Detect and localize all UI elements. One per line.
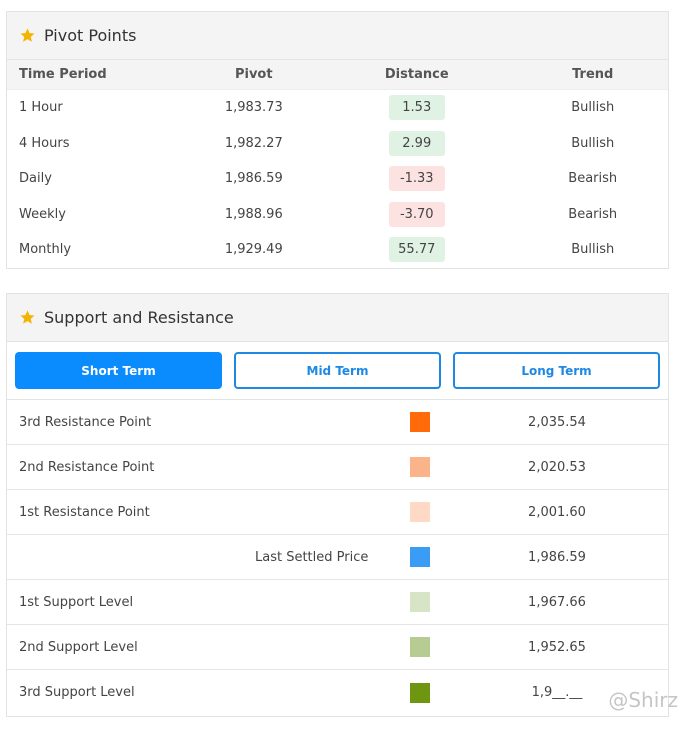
cell-trend: Bearish bbox=[568, 206, 618, 222]
distance-badge: 55.77 bbox=[388, 237, 445, 263]
support-resistance-title: Support and Resistance bbox=[44, 308, 234, 327]
level-value: 1,967.66 bbox=[528, 594, 586, 610]
level-label: 1st Support Level bbox=[19, 594, 134, 610]
tab-mid-term[interactable]: Mid Term bbox=[234, 352, 441, 389]
distance-badge: 1.53 bbox=[388, 95, 445, 121]
level-value: 2,020.53 bbox=[528, 459, 586, 475]
level-label: 3rd Resistance Point bbox=[19, 414, 152, 430]
cell-distance: -3.70 bbox=[316, 201, 517, 227]
level-row: 3rd Resistance Point 2,035.54 bbox=[7, 400, 668, 445]
cell-time-period: Monthly bbox=[19, 242, 72, 258]
level-value: 1,986.59 bbox=[528, 549, 586, 565]
cell-distance: -1.33 bbox=[316, 166, 517, 192]
cell-distance: 55.77 bbox=[316, 237, 517, 263]
level-label: 1st Resistance Point bbox=[19, 504, 150, 520]
level-label: Last Settled Price bbox=[255, 549, 369, 565]
cell-pivot: 1,982.27 bbox=[224, 135, 283, 151]
cell-time-period: Daily bbox=[19, 171, 52, 187]
cell-pivot: 1,988.96 bbox=[224, 206, 283, 222]
cell-trend: Bullish bbox=[571, 242, 615, 258]
cell-pivot: 1,986.59 bbox=[224, 171, 283, 187]
level-color-swatch bbox=[410, 547, 430, 567]
col-header-trend: Trend bbox=[572, 67, 614, 82]
distance-badge: -1.33 bbox=[388, 166, 445, 192]
cell-time-period: 1 Hour bbox=[19, 100, 63, 116]
level-color-swatch bbox=[410, 457, 430, 477]
pivot-table-body: 1 Hour 1,983.73 1.53 Bullish 4 Hours 1,982.27… bbox=[7, 90, 668, 268]
watermark: @Shirz bbox=[608, 688, 678, 712]
pivot-table-header: Time Period Pivot Distance Trend bbox=[7, 60, 668, 90]
level-color-swatch bbox=[410, 592, 430, 612]
level-row: 1st Support Level 1,967.66 bbox=[7, 580, 668, 625]
table-row: Weekly 1,988.96 -3.70 Bearish bbox=[7, 197, 668, 233]
level-row: 1st Resistance Point 2,001.60 bbox=[7, 490, 668, 535]
table-row: Daily 1,986.59 -1.33 Bearish bbox=[7, 161, 668, 197]
level-row: 3rd Support Level 1,9__.__ bbox=[7, 670, 668, 715]
level-color-swatch bbox=[410, 502, 430, 522]
col-header-time-period: Time Period bbox=[19, 67, 107, 82]
cell-trend: Bearish bbox=[568, 171, 618, 187]
level-row: 2nd Support Level 1,952.65 bbox=[7, 625, 668, 670]
cell-time-period: 4 Hours bbox=[19, 135, 70, 151]
level-row: 2nd Resistance Point 2,020.53 bbox=[7, 445, 668, 490]
table-row: 1 Hour 1,983.73 1.53 Bullish bbox=[7, 90, 668, 126]
level-value: 1,952.65 bbox=[528, 639, 586, 655]
table-row: Monthly 1,929.49 55.77 Bullish bbox=[7, 232, 668, 268]
level-row: Last Settled Price 1,986.59 bbox=[7, 535, 668, 580]
pivot-points-panel: Pivot Points Time Period Pivot Distance … bbox=[6, 11, 669, 269]
cell-trend: Bullish bbox=[571, 100, 615, 116]
col-header-pivot: Pivot bbox=[234, 67, 273, 82]
cell-pivot: 1,929.49 bbox=[224, 242, 283, 258]
level-value: 2,001.60 bbox=[528, 504, 586, 520]
pivot-points-title: Pivot Points bbox=[44, 26, 137, 45]
tab-short-term[interactable]: Short Term bbox=[15, 352, 222, 389]
level-color-swatch bbox=[410, 637, 430, 657]
level-color-swatch bbox=[410, 682, 430, 703]
distance-badge: 2.99 bbox=[388, 130, 445, 156]
distance-badge: -3.70 bbox=[388, 201, 445, 227]
tab-long-term[interactable]: Long Term bbox=[453, 352, 660, 389]
cell-distance: 1.53 bbox=[316, 95, 517, 121]
level-label: 3rd Support Level bbox=[19, 685, 135, 700]
support-resistance-header: Support and Resistance bbox=[7, 294, 668, 342]
cell-trend: Bullish bbox=[571, 135, 615, 151]
cell-pivot: 1,983.73 bbox=[224, 100, 283, 116]
star-icon bbox=[20, 28, 35, 42]
level-color-swatch bbox=[410, 412, 430, 432]
term-tabs: Short Term Mid Term Long Term bbox=[7, 342, 668, 400]
levels-list: 3rd Resistance Point 2,035.54 2nd Resistan… bbox=[7, 400, 668, 715]
level-value: 2,035.54 bbox=[528, 414, 586, 430]
col-header-distance: Distance bbox=[384, 67, 449, 82]
level-label: 2nd Resistance Point bbox=[19, 459, 155, 475]
cell-time-period: Weekly bbox=[19, 206, 66, 222]
support-resistance-panel: Support and Resistance Short Term Mid Te… bbox=[6, 293, 669, 717]
level-value: 1,9__.__ bbox=[531, 685, 583, 700]
pivot-points-header: Pivot Points bbox=[7, 12, 668, 60]
star-icon bbox=[20, 310, 35, 324]
cell-distance: 2.99 bbox=[316, 130, 517, 156]
table-row: 4 Hours 1,982.27 2.99 Bullish bbox=[7, 126, 668, 162]
level-label: 2nd Support Level bbox=[19, 639, 138, 655]
